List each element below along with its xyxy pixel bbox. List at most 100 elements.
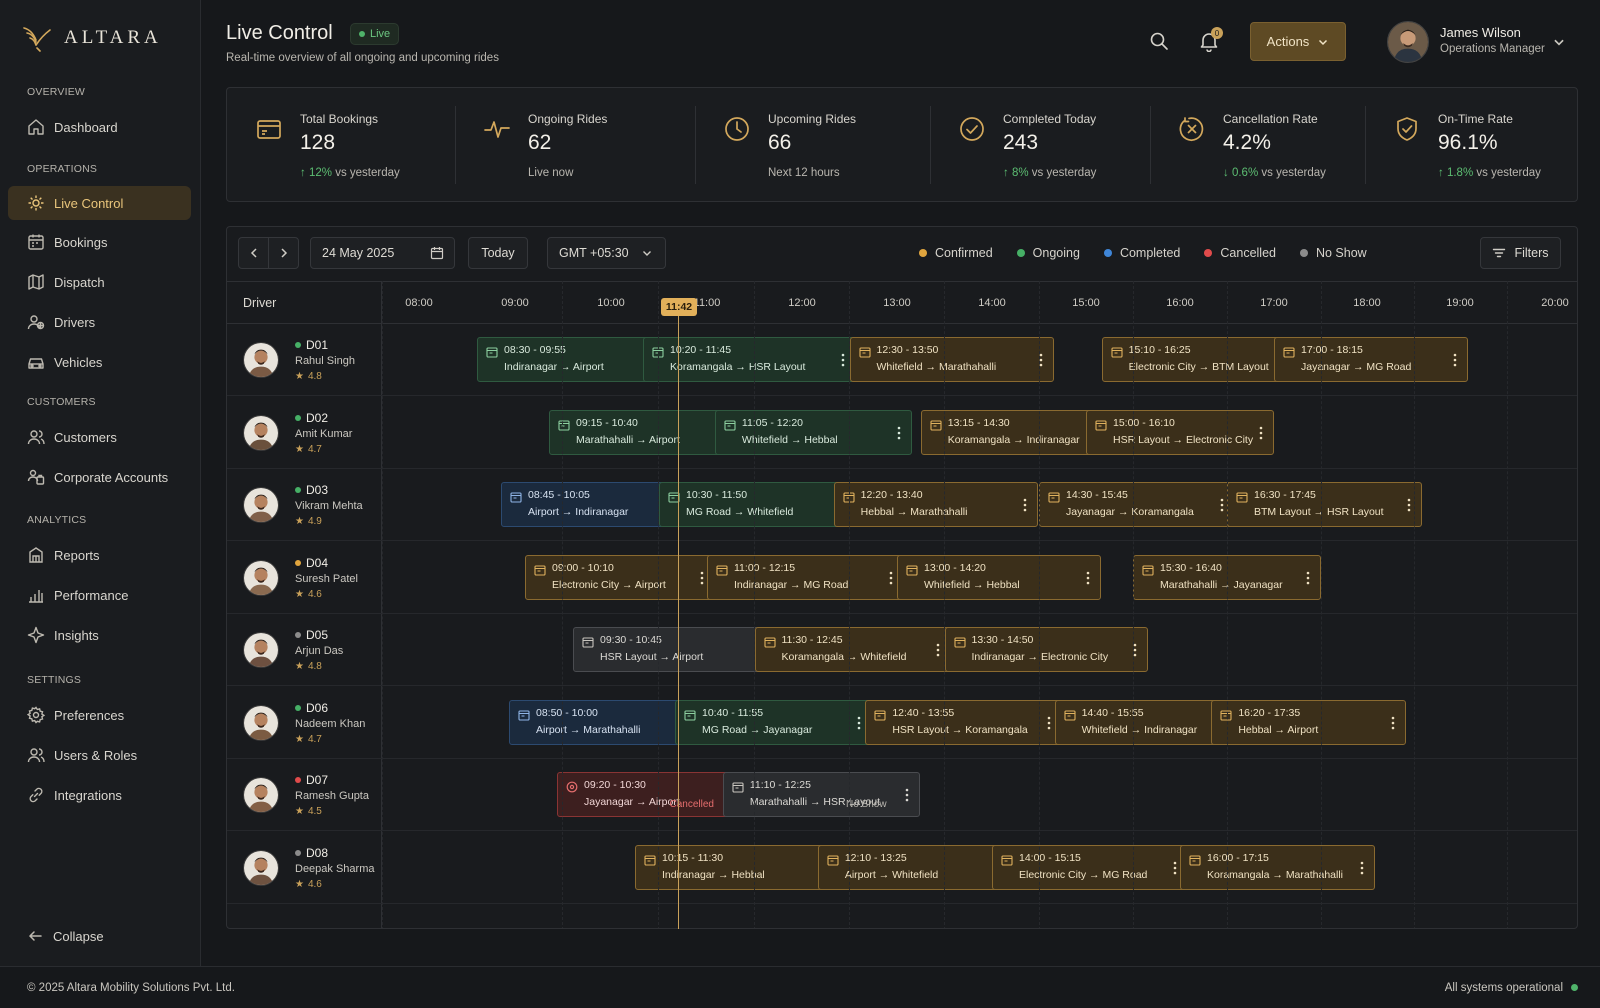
time-gridline (1039, 281, 1040, 928)
ride-to: Koramangala (965, 723, 1028, 736)
ride-card[interactable]: 14:00 - 15:15 Electronic City → MG Road (992, 844, 1188, 890)
ride-card[interactable]: 12:20 - 13:40 Hebbal → Marathahalli (833, 482, 1039, 527)
sidebar-item-vehicles[interactable]: Vehicles (8, 345, 191, 379)
ride-card[interactable]: 13:00 - 14:20 Whitefield → Hebbal (897, 554, 1102, 600)
arrow-right-icon: → (1274, 723, 1286, 736)
live-control-icon (27, 194, 45, 212)
ride-route: Whitefield → Hebbal (924, 579, 1100, 592)
user-avatar[interactable] (1387, 21, 1429, 63)
ride-card[interactable]: 16:00 - 17:15 Koramangala → Marathahalli (1180, 844, 1376, 890)
sidebar-item-dashboard[interactable]: Dashboard (8, 110, 191, 144)
ride-card[interactable]: 17:00 - 18:15 Jayanagar → MG Road (1274, 337, 1469, 382)
ride-card[interactable]: 09:20 - 10:30 Jayanagar → Airport Cancel… (557, 772, 747, 817)
sidebar-item-integrations[interactable]: Integrations (8, 778, 191, 812)
ride-card[interactable]: 15:00 - 16:10 HSR Layout → Electronic Ci… (1086, 409, 1274, 455)
actions-button[interactable]: Actions (1250, 22, 1346, 61)
clock-icon (723, 115, 751, 143)
more-options-icon[interactable] (1360, 860, 1364, 876)
timezone-select[interactable]: GMT +05:30 (547, 237, 666, 269)
ride-card[interactable]: 12:30 - 13:50 Whitefield → Marathahalli (849, 337, 1055, 382)
users-roles-icon (27, 746, 45, 764)
more-options-icon[interactable] (1306, 570, 1310, 586)
ride-card[interactable]: 10:15 - 11:30 Indiranagar → Hebbal (635, 844, 833, 890)
ride-card[interactable]: 09:30 - 10:45 HSR Layout → Airport (573, 627, 771, 672)
sidebar-item-bookings[interactable]: Bookings (8, 225, 191, 259)
ride-card[interactable]: 13:30 - 14:50 Indiranagar → Electronic C… (944, 627, 1149, 672)
ride-card[interactable]: 16:20 - 17:35 Hebbal → Airport (1211, 699, 1407, 745)
ride-time: 10:20 - 11:45 (670, 344, 732, 356)
ride-from: HSR Layout (1113, 433, 1170, 446)
more-options-icon[interactable] (1220, 497, 1224, 513)
search-button[interactable] (1149, 31, 1169, 51)
sidebar-item-insights[interactable]: Insights (8, 618, 191, 652)
driver-cell[interactable]: D01 Rahul Singh ★ 4.8 (227, 324, 381, 396)
ride-card[interactable]: 14:30 - 15:45 Jayanagar → Koramangala (1039, 482, 1235, 527)
ride-card[interactable]: 10:40 - 11:55 MG Road → Jayanagar (675, 699, 873, 745)
ride-card[interactable]: 11:05 - 12:20 Whitefield → Hebbal (714, 409, 912, 455)
driver-cell[interactable]: D06 Nadeem Khan ★ 4.7 (227, 687, 381, 759)
ride-time: 13:30 - 14:50 (971, 634, 1034, 646)
more-options-icon[interactable] (905, 787, 909, 803)
driver-cell[interactable]: D08 Deepak Sharma ★ 4.6 (227, 832, 381, 904)
ride-time: 16:00 - 17:15 (1207, 851, 1269, 864)
driver-cell[interactable]: D03 Vikram Mehta ★ 4.9 (227, 469, 381, 541)
driver-code: D04 (295, 556, 328, 570)
driver-cell[interactable]: D07 Ramesh Gupta ★ 4.5 (227, 759, 381, 831)
sidebar-item-corporate-accounts[interactable]: Corporate Accounts (8, 460, 191, 494)
ride-card[interactable]: 16:30 - 17:45 BTM Layout → HSR Layout (1227, 482, 1422, 527)
driver-cell[interactable]: D04 Suresh Patel ★ 4.6 (227, 542, 381, 614)
more-options-icon[interactable] (897, 425, 901, 441)
sidebar-item-dispatch[interactable]: Dispatch (8, 265, 191, 299)
more-options-icon[interactable] (1173, 860, 1177, 876)
more-options-icon[interactable] (1407, 497, 1411, 513)
chevron-down-icon (1317, 36, 1329, 48)
more-options-icon[interactable] (841, 352, 845, 368)
sidebar-item-customers[interactable]: Customers (8, 420, 191, 454)
brand-logo[interactable]: ALTARA (22, 24, 162, 52)
more-options-icon[interactable] (857, 715, 861, 731)
more-options-icon[interactable] (1023, 497, 1027, 513)
time-gridline (1227, 281, 1228, 928)
sidebar-item-drivers[interactable]: Drivers (8, 305, 191, 339)
more-options-icon[interactable] (1259, 425, 1263, 441)
sidebar-item-preferences[interactable]: Preferences (8, 698, 191, 732)
user-menu-chevron-icon[interactable] (1552, 35, 1566, 49)
ride-card[interactable]: 08:50 - 10:00 Airport → Marathahalli (509, 699, 699, 745)
more-options-icon[interactable] (936, 642, 940, 658)
driver-code-text: D04 (306, 555, 329, 570)
ride-card[interactable]: 11:00 - 12:15 Indiranagar → MG Road (707, 554, 904, 600)
ride-from: Indiranagar (734, 578, 788, 591)
ride-card[interactable]: 11:30 - 12:45 Koramangala → Whitefield (754, 627, 952, 672)
today-button[interactable]: Today (468, 237, 528, 269)
ride-card[interactable]: 12:40 - 13:55 HSR Layout → Koramangala (865, 699, 1063, 745)
more-options-icon[interactable] (700, 570, 704, 586)
sidebar-item-users-roles[interactable]: Users & Roles (8, 738, 191, 772)
more-options-icon[interactable] (889, 570, 893, 586)
driver-cell[interactable]: D02 Amit Kumar ★ 4.7 (227, 397, 381, 469)
arrow-right-icon: → (749, 723, 761, 736)
ride-card[interactable]: 11:10 - 12:25 Marathahalli → HSR Layout … (722, 772, 920, 817)
date-picker[interactable]: 24 May 2025 (310, 237, 455, 269)
ride-card[interactable]: 10:20 - 11:45 Koramangala → HSR Layout (643, 337, 857, 382)
previous-day-button[interactable] (238, 237, 269, 269)
driver-cell[interactable]: D05 Arjun Das ★ 4.8 (227, 614, 381, 686)
more-options-icon[interactable] (1453, 352, 1457, 368)
ride-card[interactable]: 09:00 - 10:10 Electronic City → Airport (525, 554, 715, 600)
ride-card[interactable]: 12:10 - 13:25 Airport → Whitefield (817, 844, 1015, 890)
sidebar-item-reports[interactable]: Reports (8, 538, 191, 572)
next-day-button[interactable] (268, 237, 299, 269)
more-options-icon[interactable] (1047, 715, 1051, 731)
booking-icon (827, 854, 839, 866)
booking-icon (518, 709, 530, 721)
ride-card[interactable]: 15:10 - 16:25 Electronic City → BTM Layo… (1101, 337, 1298, 382)
sidebar-item-performance[interactable]: Performance (8, 578, 191, 612)
timezone-value: GMT +05:30 (559, 246, 629, 260)
driver-avatar (243, 487, 279, 523)
arrow-right-icon: → (569, 723, 581, 736)
ride-time: 09:20 - 10:30 (584, 779, 646, 791)
more-options-icon[interactable] (1391, 715, 1395, 731)
filters-button[interactable]: Filters (1480, 237, 1561, 269)
sidebar-item-live-control[interactable]: Live Control (8, 186, 191, 220)
more-options-icon[interactable] (1086, 570, 1090, 586)
collapse-button[interactable]: Collapse (8, 921, 191, 951)
